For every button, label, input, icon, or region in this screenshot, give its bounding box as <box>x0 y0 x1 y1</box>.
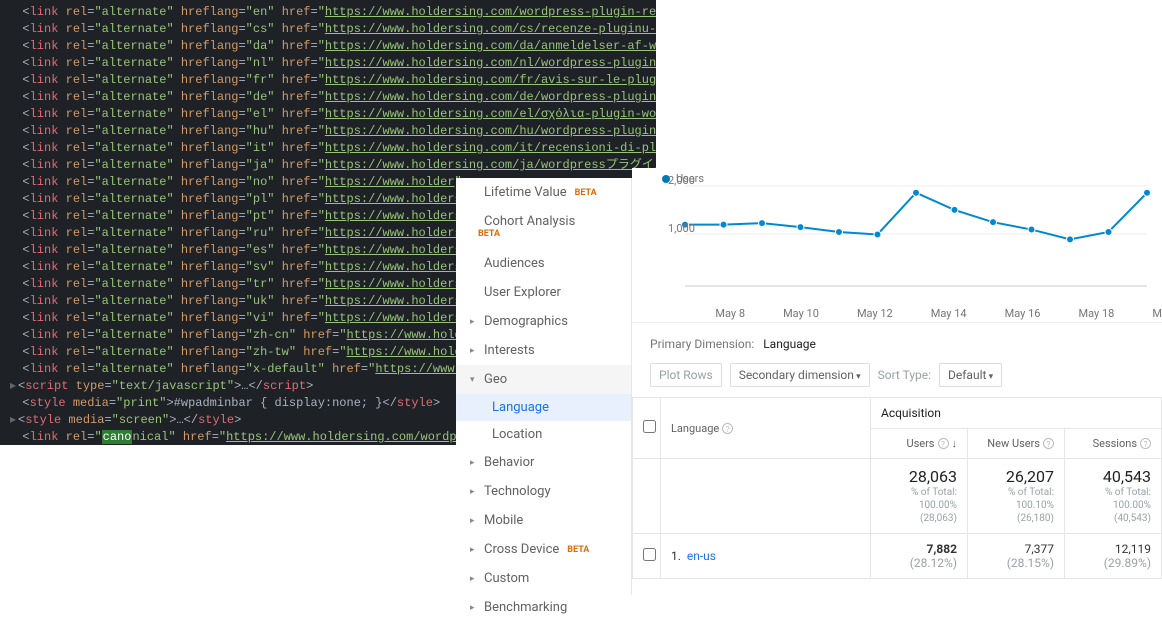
help-icon[interactable]: ? <box>1043 438 1054 449</box>
chevron-right-icon: ▸ <box>470 458 478 468</box>
chevron-right-icon: ▸ <box>470 603 478 613</box>
new-users-column-header[interactable]: New Users? <box>968 429 1065 459</box>
language-data-table: Language? Acquisition Users?↓ New Users?… <box>632 397 1162 579</box>
beta-badge: BETA <box>567 545 589 555</box>
nav-interests[interactable]: ▸ Interests <box>456 336 631 365</box>
nav-label: Cross Device <box>484 542 559 557</box>
analytics-report: Users 2,0001,000 … May 8May 10May 12May … <box>632 168 1162 595</box>
nav-label: Interests <box>484 343 535 358</box>
help-icon[interactable]: ? <box>1140 438 1151 449</box>
primary-dimension-label: Primary Dimension: <box>650 337 754 351</box>
nav-technology[interactable]: ▸ Technology <box>456 477 631 506</box>
nav-label: Custom <box>484 571 529 586</box>
nav-cross-device[interactable]: ▸ Cross Device BETA <box>456 535 631 564</box>
row-checkbox[interactable] <box>643 548 656 561</box>
nav-benchmarking[interactable]: ▸ Benchmarking <box>456 593 631 622</box>
nav-behavior[interactable]: ▸ Behavior <box>456 448 631 477</box>
y-axis-labels: 2,0001,000 <box>668 174 695 270</box>
nav-cohort[interactable]: Cohort Analysis <box>456 207 631 229</box>
nav-audiences[interactable]: Audiences <box>456 249 631 278</box>
acquisition-group-header: Acquisition <box>871 398 1162 429</box>
nav-label: Location <box>492 427 542 442</box>
sort-type-label: Sort Type: <box>878 368 931 382</box>
plot-rows-button: Plot Rows <box>650 363 722 387</box>
totals-row: 28,063% of Total:100.00%(28,063) 26,207%… <box>633 459 1162 534</box>
sessions-column-header[interactable]: Sessions? <box>1065 429 1162 459</box>
sort-type-dropdown[interactable]: Default <box>939 363 1002 387</box>
nav-custom[interactable]: ▸ Custom <box>456 564 631 593</box>
nav-label: Behavior <box>484 455 534 470</box>
chevron-down-icon: ▾ <box>470 375 478 385</box>
chevron-right-icon: ▸ <box>470 317 478 327</box>
nav-label: Cohort Analysis <box>484 214 575 229</box>
table-controls: Plot Rows Secondary dimension Sort Type:… <box>632 357 1162 397</box>
analytics-sidebar: Lifetime ValueBETA Cohort Analysis BETA … <box>456 178 632 595</box>
nav-label: Geo <box>484 372 507 387</box>
row-index: 1. <box>671 549 681 563</box>
nav-label: Mobile <box>484 513 523 528</box>
beta-badge: BETA <box>478 229 500 239</box>
primary-dimension-bar: Primary Dimension: Language <box>632 323 1162 357</box>
x-axis-labels: … May 8May 10May 12May 14May 16May 18M <box>670 307 1162 320</box>
nav-label: Benchmarking <box>484 600 567 615</box>
nav-label: Lifetime Value <box>484 185 567 200</box>
nav-label: User Explorer <box>484 285 561 300</box>
checkbox-column-header <box>633 398 661 459</box>
nav-lifetime-value[interactable]: Lifetime Value BETA <box>456 178 631 207</box>
nav-label: Demographics <box>484 314 568 329</box>
nav-geo-location[interactable]: Location <box>456 421 631 448</box>
chevron-right-icon: ▸ <box>470 545 478 555</box>
select-all-checkbox[interactable] <box>643 420 656 433</box>
users-column-header[interactable]: Users?↓ <box>871 429 968 459</box>
chevron-right-icon: ▸ <box>470 487 478 497</box>
primary-dimension-value[interactable]: Language <box>763 337 816 351</box>
nav-demographics[interactable]: ▸ Demographics <box>456 307 631 336</box>
nav-mobile[interactable]: ▸ Mobile <box>456 506 631 535</box>
nav-user-explorer[interactable]: User Explorer <box>456 278 631 307</box>
language-column-header[interactable]: Language? <box>661 398 871 459</box>
nav-geo[interactable]: ▾ Geo <box>456 365 631 394</box>
nav-geo-language[interactable]: Language <box>456 394 631 421</box>
chart-area: Users 2,0001,000 … May 8May 10May 12May … <box>632 168 1162 323</box>
beta-badge: BETA <box>575 188 597 198</box>
language-link[interactable]: en-us <box>687 549 716 563</box>
chevron-right-icon: ▸ <box>470 574 478 584</box>
help-icon[interactable]: ? <box>722 423 733 434</box>
sort-desc-icon: ↓ <box>952 437 958 450</box>
chevron-right-icon: ▸ <box>470 346 478 356</box>
nav-label: Language <box>492 400 549 415</box>
secondary-dimension-dropdown[interactable]: Secondary dimension <box>730 363 870 387</box>
nav-label: Technology <box>484 484 551 499</box>
help-icon[interactable]: ? <box>938 438 949 449</box>
table-row[interactable]: 1. en-us 7,882 (28.12%) 7,377 (28.15%) 1… <box>633 534 1162 579</box>
chevron-right-icon: ▸ <box>470 516 478 526</box>
nav-label: Audiences <box>484 256 545 271</box>
users-line-chart <box>632 168 1162 308</box>
